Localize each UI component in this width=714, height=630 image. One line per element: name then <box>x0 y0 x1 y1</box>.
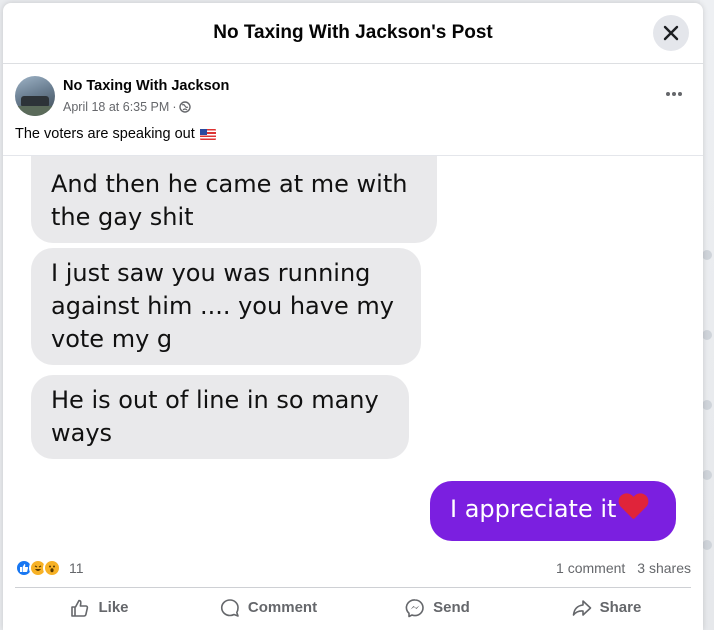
dialog-header: No Taxing With Jackson's Post <box>3 3 703 64</box>
message-text: He is out of line in so many ways <box>51 386 379 447</box>
send-button[interactable]: Send <box>353 588 522 627</box>
post-image-screenshot[interactable]: And then he came at me with the gay shit… <box>3 155 703 547</box>
background-avatar-dot <box>702 470 712 480</box>
background-avatar-dot <box>702 330 712 340</box>
message-text: And then he came at me with the gay shit <box>51 170 408 231</box>
post-action-bar: Like Comment Send Share <box>15 587 691 627</box>
send-label: Send <box>433 599 470 616</box>
author-name[interactable]: No Taxing With Jackson <box>63 78 229 94</box>
message-bubble-sent: I appreciate it <box>430 481 676 541</box>
reaction-count: 11 <box>69 560 84 576</box>
dialog-title: No Taxing With Jackson's Post <box>213 22 493 43</box>
globe-icon <box>179 101 192 113</box>
background-avatar-dot <box>702 540 712 550</box>
comment-icon <box>220 598 239 617</box>
more-options-icon[interactable] <box>665 91 683 97</box>
background-avatar-dot <box>702 250 712 260</box>
messenger-icon <box>405 598 424 617</box>
reaction-summary[interactable]: 11 <box>15 559 84 577</box>
post-stats: 11 1 comment 3 shares <box>3 549 703 587</box>
post-timestamp[interactable]: April 18 at 6:35 PM <box>63 100 169 114</box>
share-count-link[interactable]: 3 shares <box>637 560 691 576</box>
wow-reaction-icon <box>43 559 61 577</box>
post-dialog: No Taxing With Jackson's Post No Taxing … <box>3 3 703 630</box>
like-label: Like <box>98 599 129 616</box>
share-button[interactable]: Share <box>522 588 691 627</box>
message-text: I appreciate it <box>450 495 617 523</box>
message-text: I just saw you was running against him .… <box>51 259 394 353</box>
post-header: No Taxing With Jackson April 18 at 6:35 … <box>3 64 703 120</box>
share-label: Share <box>599 599 642 616</box>
share-arrow-icon <box>572 599 591 616</box>
message-bubble-received: I just saw you was running against him .… <box>31 248 421 365</box>
comment-button[interactable]: Comment <box>184 588 353 627</box>
message-bubble-received: And then he came at me with the gay shit <box>31 156 437 243</box>
meta-separator: · <box>172 100 177 114</box>
us-flag-icon <box>199 129 216 140</box>
post-text: The voters are speaking out <box>3 120 703 150</box>
comment-count-link[interactable]: 1 comment <box>556 560 625 576</box>
author-avatar[interactable] <box>15 76 55 116</box>
post-meta: April 18 at 6:35 PM · <box>63 100 192 114</box>
background-avatar-dot <box>702 400 712 410</box>
engagement-counts: 1 comment 3 shares <box>556 560 691 576</box>
post-caption: The voters are speaking out <box>15 126 195 142</box>
like-button[interactable]: Like <box>15 588 184 627</box>
thumbs-up-icon <box>71 599 89 617</box>
comment-label: Comment <box>247 599 318 616</box>
message-bubble-received: He is out of line in so many ways <box>31 375 409 459</box>
red-heart-icon <box>618 494 648 522</box>
close-button[interactable] <box>653 15 689 51</box>
close-icon <box>663 25 679 41</box>
